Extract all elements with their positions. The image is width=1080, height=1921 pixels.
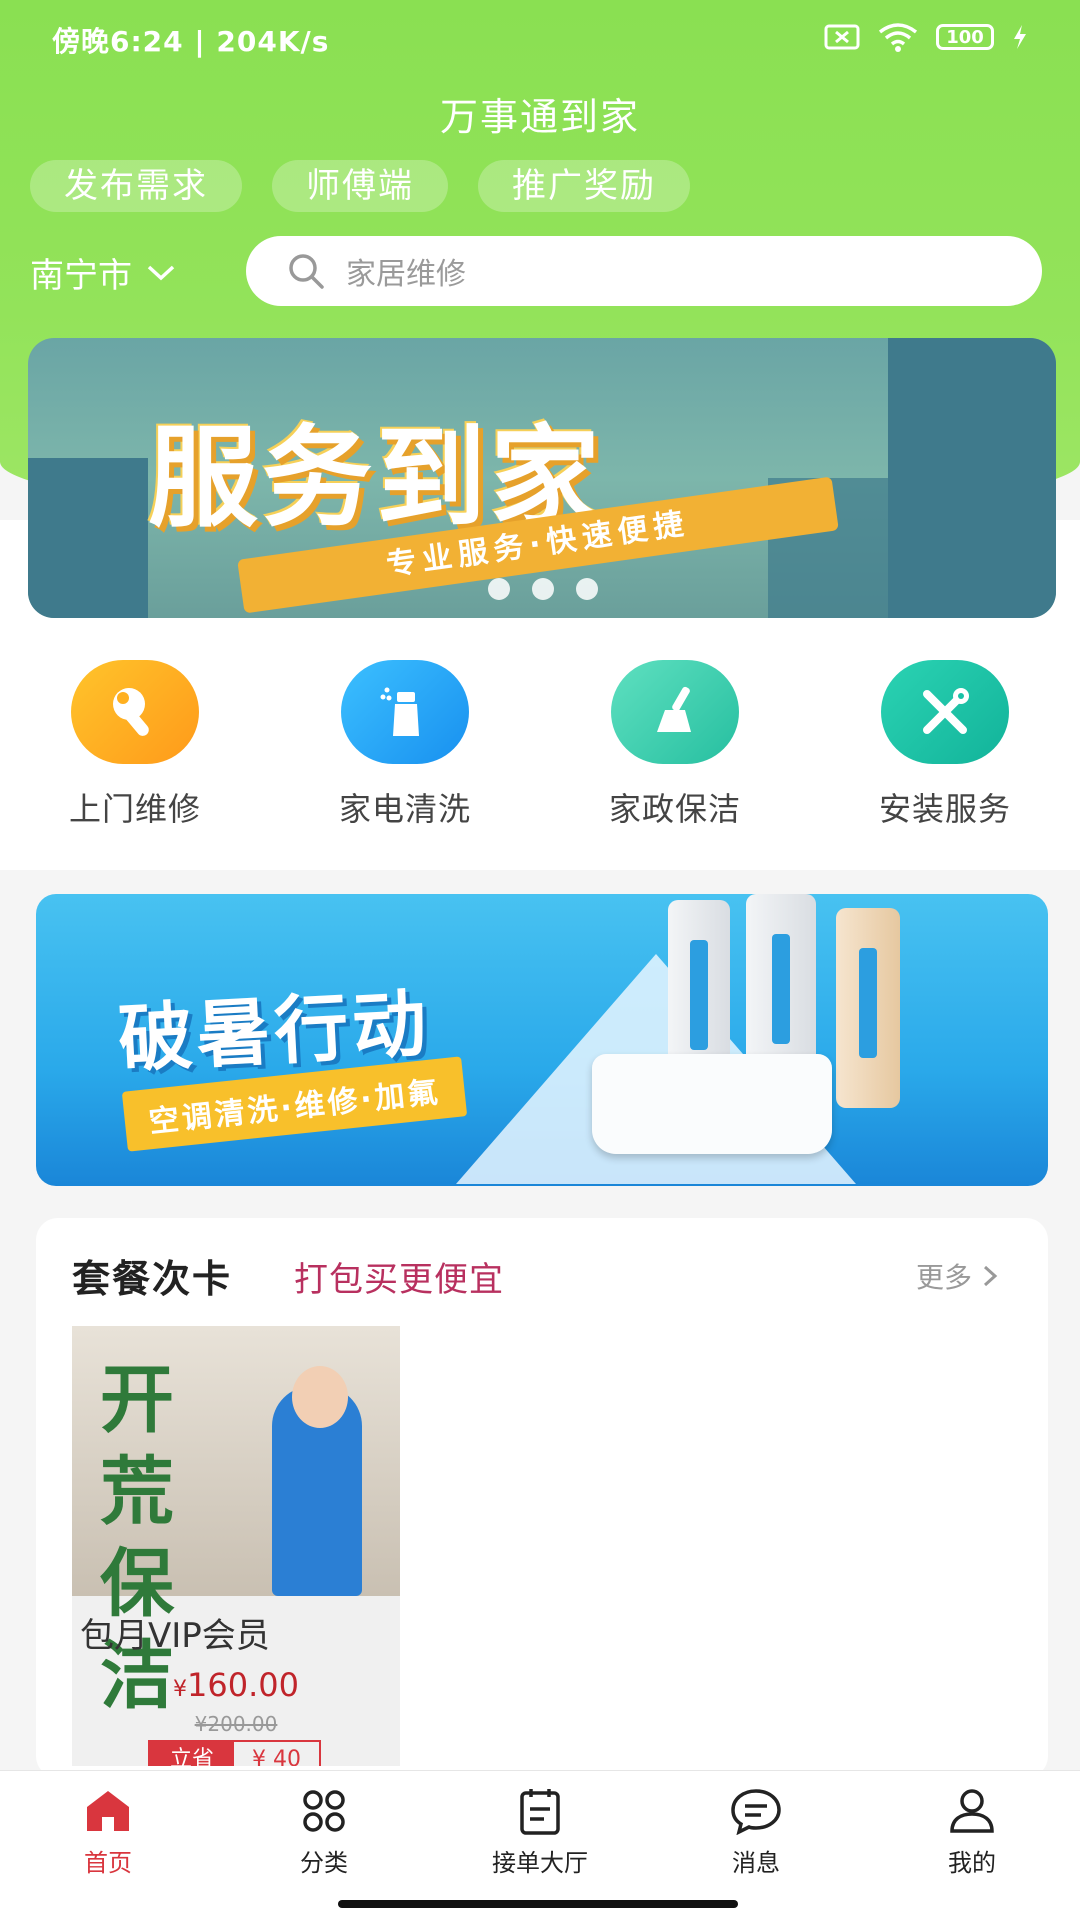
pagination-dot[interactable] [532, 578, 554, 600]
tab-label: 我的 [948, 1849, 996, 1877]
bottom-tab-bar: 首页 分类 接单大厅 消息 我的 [0, 1770, 1080, 1921]
package-price: ¥160.00 [173, 1666, 299, 1704]
ac-unit-image [836, 908, 900, 1108]
charging-icon [1014, 25, 1026, 49]
promotion-reward-button[interactable]: 推广奖励 [478, 160, 690, 212]
search-placeholder: 家居维修 [346, 257, 466, 292]
chevron-down-icon [147, 265, 175, 280]
package-original-price: ¥200.00 [194, 1712, 278, 1736]
more-label: 更多 [915, 1261, 972, 1294]
building-shape [888, 338, 1056, 618]
banner-pagination [488, 578, 598, 600]
quick-links: 发布需求 师傅端 推广奖励 [30, 160, 690, 212]
more-link[interactable]: 更多 [916, 1256, 998, 1296]
section-title: 套餐次卡 [72, 1257, 233, 1301]
wall-ac-image [592, 1054, 832, 1154]
grid-icon [303, 1790, 345, 1832]
tools-icon [881, 660, 1009, 764]
battery-icon: 100 [936, 24, 994, 50]
category-label: 家电清洗 [338, 790, 471, 828]
city-selector[interactable]: 南宁市 [30, 248, 176, 297]
category-repair[interactable]: 上门维修 [0, 660, 270, 830]
spray-bottle-icon [341, 660, 469, 764]
category-label: 家政保洁 [608, 790, 741, 828]
tab-label: 消息 [732, 1849, 780, 1877]
tab-category[interactable]: 分类 [216, 1771, 432, 1921]
tab-profile[interactable]: 我的 [864, 1771, 1080, 1921]
sim-off-icon [824, 24, 860, 50]
wrench-icon [71, 660, 199, 764]
chevron-right-icon [983, 1265, 998, 1287]
package-image: 开荒保洁 [72, 1326, 400, 1719]
tab-label: 首页 [84, 1849, 132, 1877]
section-subtitle: 打包买更便宜 [294, 1260, 504, 1300]
tab-label: 分类 [300, 1849, 348, 1877]
savings-badge: 立省 ¥ 40 [148, 1740, 321, 1766]
status-bar: 傍晚6:24 | 204K/s 100 [0, 0, 1080, 78]
package-section: 套餐次卡 打包买更便宜 更多 开荒保洁 包月VIP会员 ¥160.00 ¥200… [36, 1218, 1048, 1778]
clipboard-icon [520, 1789, 560, 1835]
category-appliance-cleaning[interactable]: 家电清洗 [270, 660, 540, 830]
tab-messages[interactable]: 消息 [648, 1771, 864, 1921]
savings-label: 立省 [150, 1742, 235, 1766]
building-shape [28, 458, 148, 618]
app-title: 万事通到家 [439, 95, 640, 139]
home-icon [87, 1791, 129, 1831]
package-name: 包月VIP会员 [80, 1616, 270, 1656]
chat-icon [731, 1789, 781, 1835]
package-card[interactable]: 开荒保洁 包月VIP会员 ¥160.00 ¥200.00 立省 ¥ 40 [72, 1326, 400, 1766]
search-bar[interactable]: 家居维修 [246, 236, 1042, 306]
pagination-dot[interactable] [576, 578, 598, 600]
broom-icon [611, 660, 739, 764]
wifi-icon [878, 23, 918, 52]
tab-label: 接单大厅 [492, 1849, 588, 1877]
savings-amount: ¥ 40 [252, 1747, 301, 1766]
city-label: 南宁市 [30, 256, 132, 296]
category-grid: 上门维修 家电清洗 家政保洁 安装服务 [0, 660, 1080, 830]
category-installation[interactable]: 安装服务 [810, 660, 1080, 830]
summer-promo-banner[interactable]: 破暑行动 空调清洗·维修·加氟 [36, 894, 1048, 1186]
pagination-dot[interactable] [488, 578, 510, 600]
category-label: 安装服务 [878, 790, 1011, 828]
home-indicator[interactable] [338, 1900, 738, 1908]
category-housekeeping[interactable]: 家政保洁 [540, 660, 810, 830]
status-time: 傍晚6:24 | 204K/s [52, 25, 330, 58]
master-portal-button[interactable]: 师傅端 [272, 160, 448, 212]
user-icon [950, 1789, 994, 1833]
publish-demand-button[interactable]: 发布需求 [30, 160, 242, 212]
tab-order-hall[interactable]: 接单大厅 [432, 1771, 648, 1921]
search-icon [289, 254, 324, 289]
hero-banner[interactable]: 服务到家 专业服务·快速便捷 [28, 338, 1056, 618]
tab-home[interactable]: 首页 [0, 1771, 216, 1921]
cleaner-face [292, 1366, 348, 1428]
category-label: 上门维修 [68, 790, 201, 828]
status-icons: 100 [824, 22, 1028, 52]
